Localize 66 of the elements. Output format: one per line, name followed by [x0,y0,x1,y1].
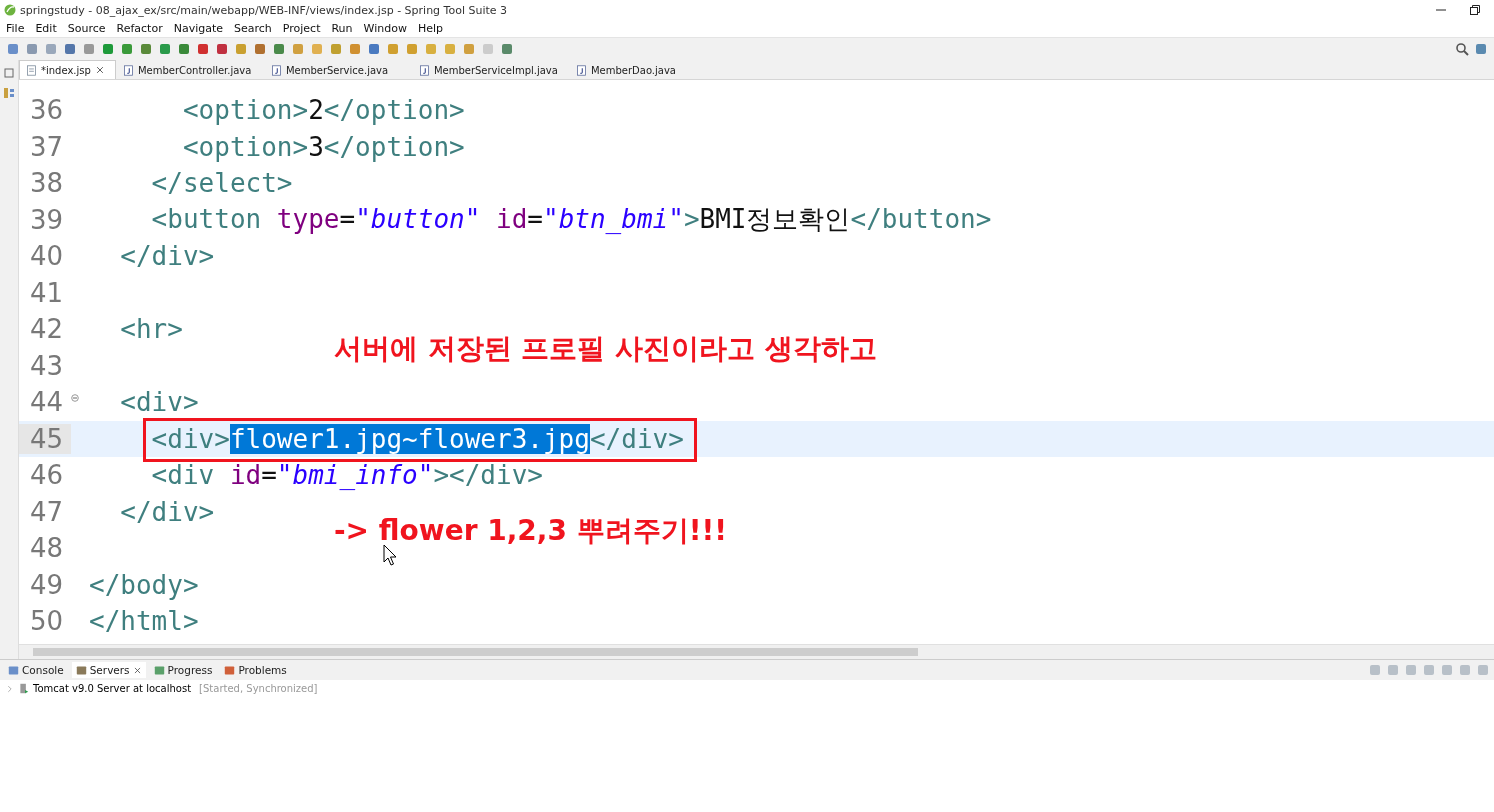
menu-item[interactable]: Search [234,22,272,35]
line-number: 49 [28,569,64,600]
line-number: 50 [28,606,64,637]
editor-tab[interactable]: MemberDao.java [568,60,717,79]
menu-item[interactable]: Run [331,22,353,35]
code-line: <div> [119,387,199,418]
line-number: 36 [28,95,64,126]
code-line: </html> [88,606,199,637]
editor-tab[interactable]: MemberService.java [263,60,412,79]
editor-tab[interactable]: *index.jsp [19,60,116,79]
panel-tab[interactable]: Servers [71,662,146,678]
code-line: <div>flower1.jpg~flower3.jpg</div> [150,423,684,454]
java-file-icon [575,64,587,76]
menu-item[interactable]: Navigate [173,22,223,35]
line-number: 45 [19,423,71,454]
line-number: 44 [28,387,64,418]
code-line: <hr> [119,314,183,345]
line-number: 39 [28,204,64,235]
close-icon[interactable] [94,65,105,75]
code-line: </div> [119,241,215,272]
horizontal-scrollbar[interactable] [19,644,1494,659]
menu-item[interactable]: Help [417,22,443,35]
menu-item[interactable]: Project [282,22,321,35]
java-file-icon [270,64,282,76]
panel-tab[interactable]: Console [4,662,68,678]
menu-item[interactable]: Window [363,22,407,35]
code-line: </body> [88,569,199,600]
java-file-icon [418,64,430,76]
java-file-icon [122,64,134,76]
line-number: 40 [28,241,64,272]
window-title: springstudy - 08_ajax_ex/src/main/webapp/WEB-INF/views/index.jsp - Spring Tool Suite 3 [20,3,509,17]
panel-tab[interactable]: Problems [220,662,291,678]
line-number: 41 [28,277,64,308]
leaf-logo-icon [4,4,16,16]
annotation-note: 서버에 저장된 프로필 사진이라고 생각하고 [334,331,877,367]
code-line: <option>3</option> [181,131,465,162]
mouse-pointer-icon [383,544,397,566]
code-line: <div id="bmi_info"></div> [150,460,543,491]
line-number: 43 [28,350,64,381]
code-line: <button type="button" id="btn_bmi">BMI정보확인</button> [150,203,992,237]
server-item[interactable]: Tomcat v9.0 Server at localhost [Started, Synchronized] [0,680,1494,697]
close-icon[interactable] [132,665,142,675]
chevron-icon[interactable] [6,684,14,693]
menu-item[interactable]: Edit [35,22,57,35]
menu-item[interactable]: Refactor [116,22,163,35]
editor-tab[interactable]: MemberController.java [115,60,264,79]
fold-icon[interactable] [71,394,79,402]
search-icon[interactable] [1455,42,1469,56]
code-line: <option>2</option> [181,95,465,126]
menu-item[interactable]: File [6,22,25,35]
file-icon [26,64,37,76]
line-number: 37 [28,131,64,162]
code-line: </div> [119,496,215,527]
hierarchy-icon[interactable] [2,86,16,100]
annotation-note: -> flower 1,2,3 뿌려주기!!! [334,513,727,549]
editor-tab[interactable]: MemberServiceImpl.java [411,60,569,79]
line-number: 47 [28,496,64,527]
line-number: 42 [28,314,64,345]
server-icon [18,683,29,694]
line-number: 38 [28,168,64,199]
line-number: 48 [28,533,64,564]
panel-tab[interactable]: Progress [149,662,217,678]
code-line: </select> [150,168,293,199]
menu-item[interactable]: Source [67,22,106,35]
line-number: 46 [28,460,64,491]
restore-icon[interactable] [1468,3,1482,17]
